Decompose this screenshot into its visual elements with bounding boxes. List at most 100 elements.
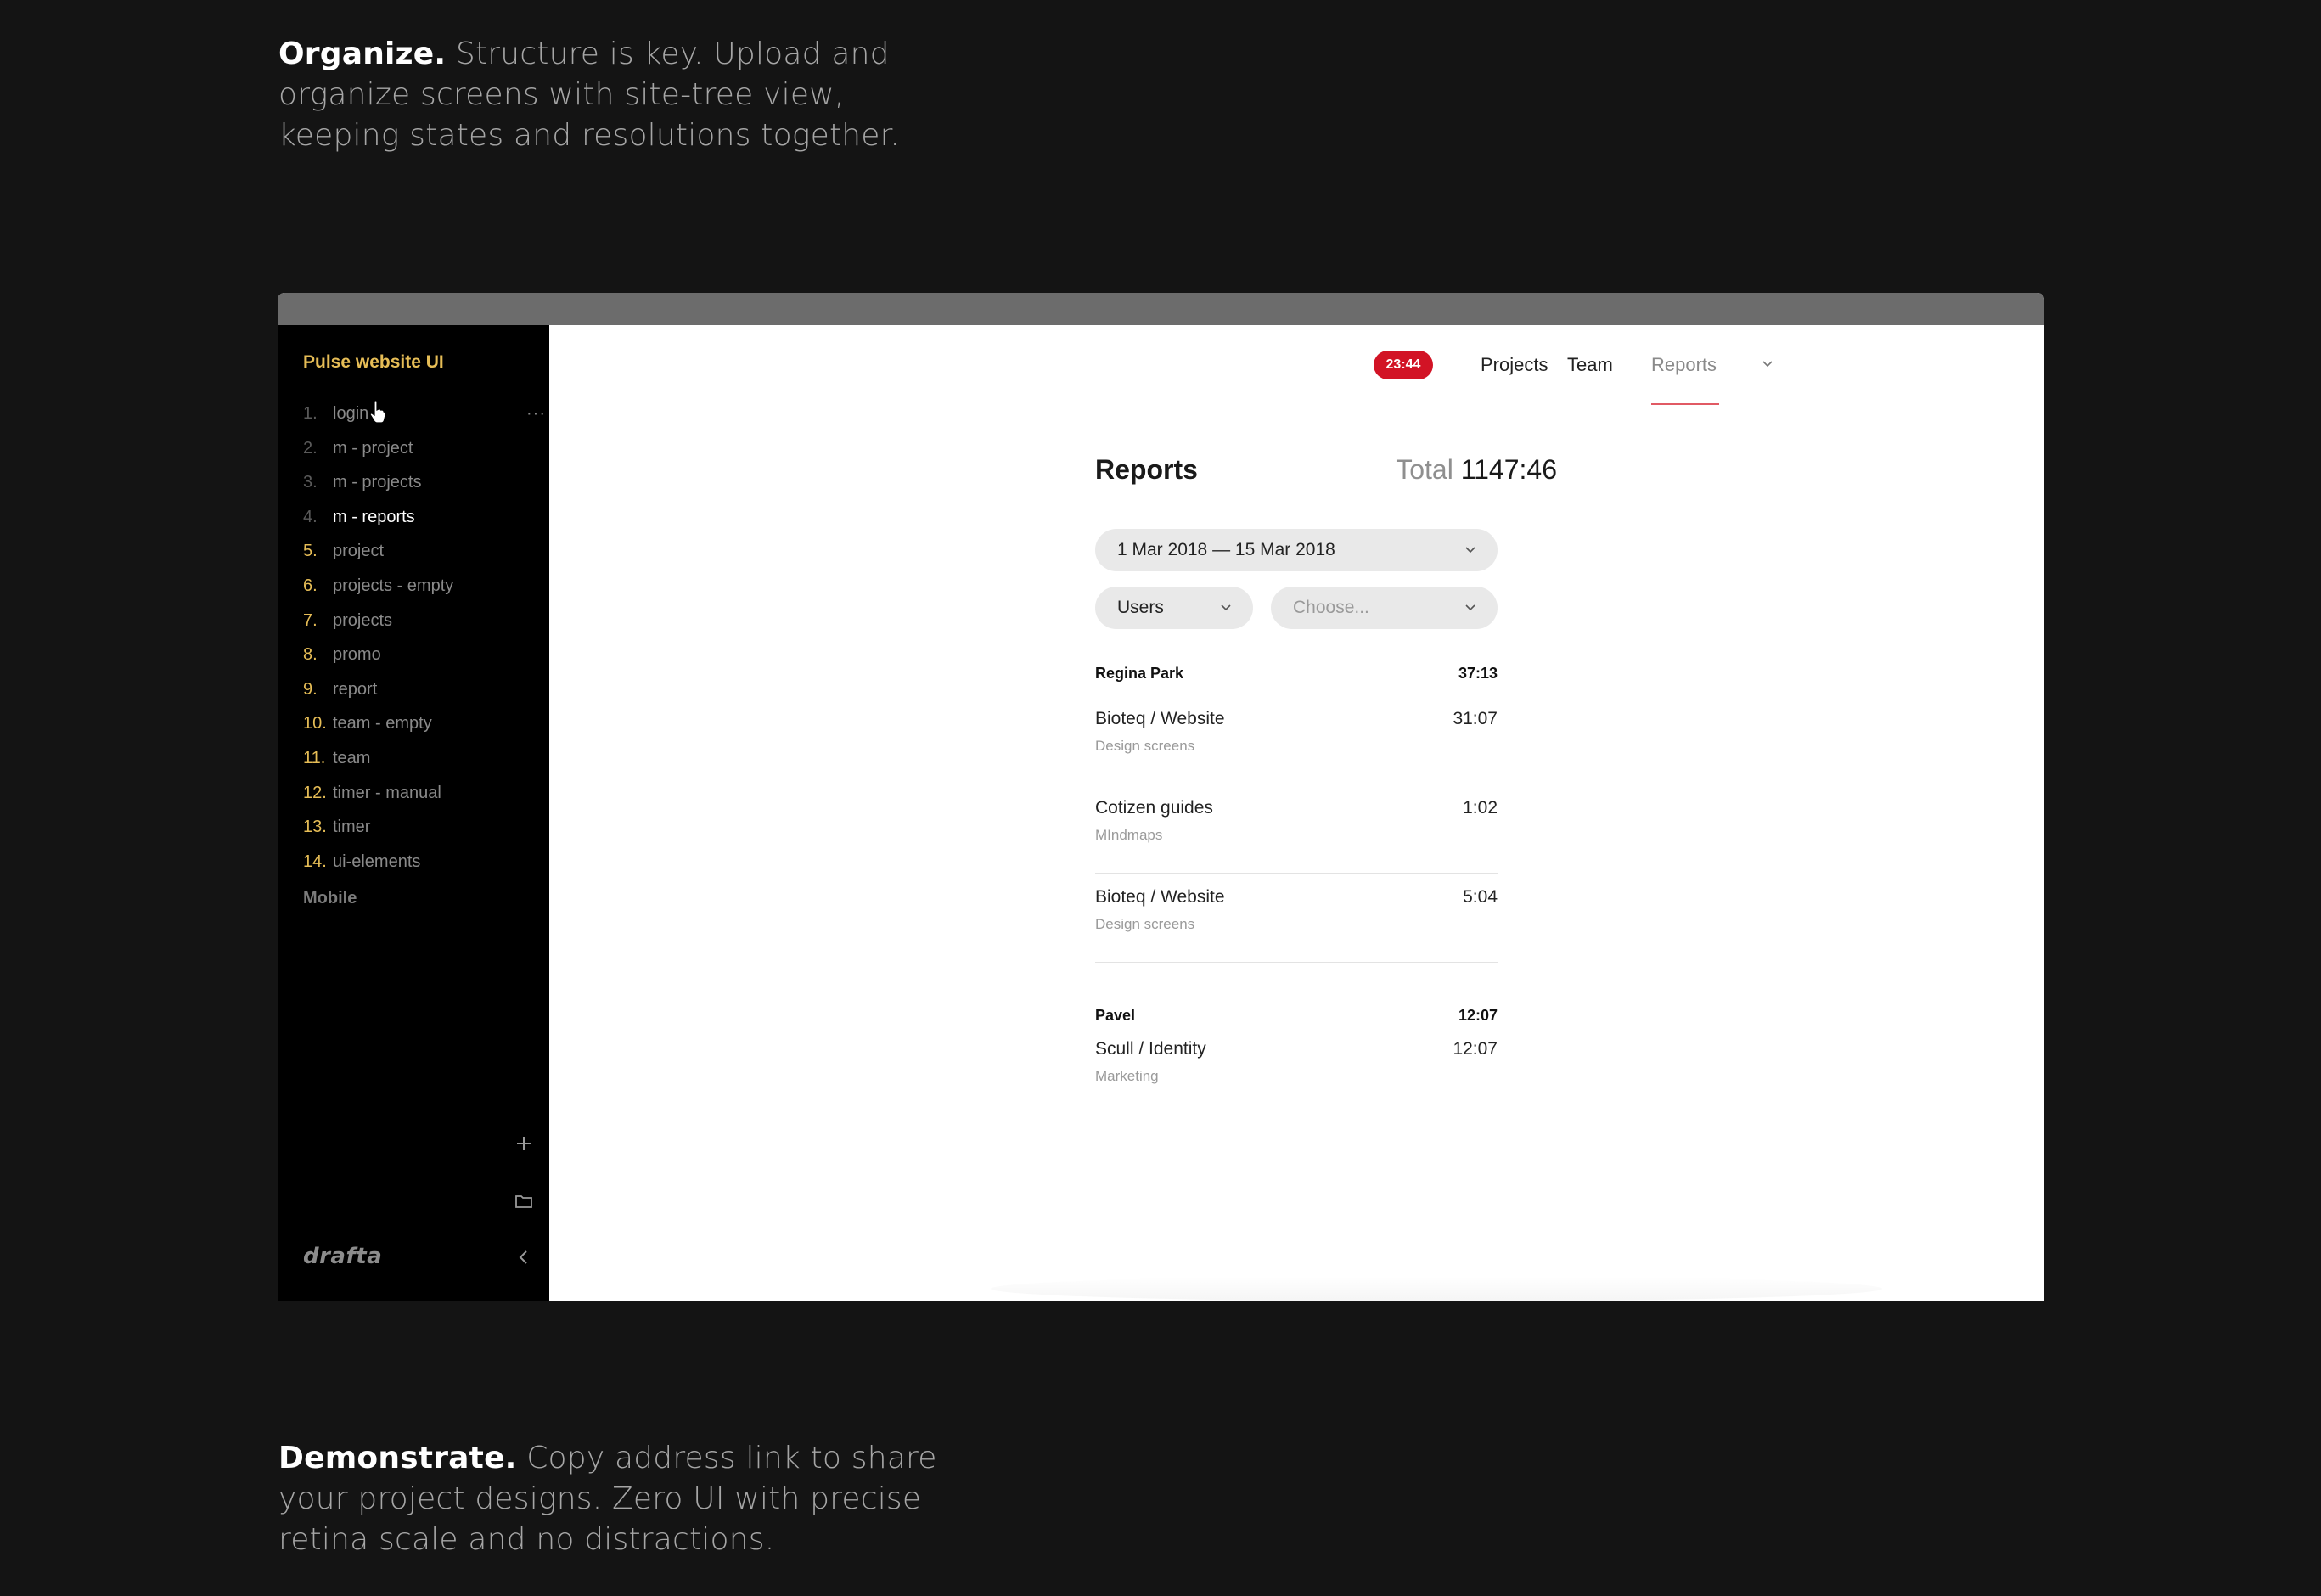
drafta-logo: drafta xyxy=(303,1244,383,1269)
choose-filter-placeholder: Choose... xyxy=(1293,598,1369,617)
screen-item-team[interactable]: 11. team xyxy=(303,741,532,776)
screen-number: 6. xyxy=(303,576,318,595)
screen-number: 1. xyxy=(303,404,318,423)
screen-number: 3. xyxy=(303,473,318,492)
screen-list: 1. login ··· 2. m - project 3. m - projects… xyxy=(303,396,545,879)
users-filter-select[interactable]: Users xyxy=(1095,587,1253,629)
screen-label: timer - manual xyxy=(333,783,441,802)
page-title: Reports xyxy=(1095,454,1198,485)
screen-label: team xyxy=(333,748,371,767)
screen-item-ui-elements[interactable]: 14. ui-elements xyxy=(303,845,532,879)
date-range-value: 1 Mar 2018 — 15 Mar 2018 xyxy=(1117,540,1335,559)
screen-label: promo xyxy=(333,645,381,665)
screen-item-promo[interactable]: 8. promo xyxy=(303,638,532,672)
promo-organize: Organize. Structure is key. Upload and o… xyxy=(278,34,924,156)
entry-project: Scull / Identity xyxy=(1095,1039,1206,1059)
tab-projects[interactable]: Projects xyxy=(1481,351,1548,379)
screen-label: timer xyxy=(333,818,371,837)
screen-number: 8. xyxy=(303,645,318,665)
screen-number: 2. xyxy=(303,438,318,458)
screen-label: m - projects xyxy=(333,473,422,492)
screen-number: 5. xyxy=(303,542,318,561)
entry-task: Design screens xyxy=(1095,916,1195,932)
screen-label: m - reports xyxy=(333,507,415,526)
entry-time: 31:07 xyxy=(1453,709,1498,728)
window-title-bar xyxy=(278,293,2044,325)
project-title[interactable]: Pulse website UI xyxy=(303,352,444,373)
entry-project: Bioteq / Website xyxy=(1095,709,1225,728)
chevron-down-icon[interactable] xyxy=(1761,357,1774,371)
entry-time: 1:02 xyxy=(1463,798,1498,818)
screen-label: projects - empty xyxy=(333,576,454,595)
entry-task: Marketing xyxy=(1095,1068,1159,1084)
entry-task: MIndmaps xyxy=(1095,827,1163,843)
user-name: Regina Park xyxy=(1095,665,1184,682)
page: Organize. Structure is key. Upload and o… xyxy=(0,0,2321,1596)
entry-project: Bioteq / Website xyxy=(1095,887,1225,907)
tab-reports[interactable]: Reports xyxy=(1651,351,1717,379)
hand-cursor-icon xyxy=(369,400,386,424)
screen-number: 13. xyxy=(303,818,327,837)
screen-item-project[interactable]: 5. project xyxy=(303,534,532,569)
report-entry[interactable]: Bioteq / Website Design screens 5:04 xyxy=(1095,874,1498,963)
report-entry[interactable]: Cotizen guides MIndmaps 1:02 xyxy=(1095,784,1498,874)
entry-task: Design screens xyxy=(1095,738,1195,754)
screen-label: ui-elements xyxy=(333,851,421,871)
screen-item-login[interactable]: 1. login ··· xyxy=(303,396,545,431)
chevron-down-icon xyxy=(1465,547,1475,554)
group-mobile[interactable]: Mobile xyxy=(303,889,357,908)
screen-item-timer[interactable]: 13. timer xyxy=(303,810,532,845)
report-list: Regina Park 37:13 Bioteq / Website Desig… xyxy=(1095,665,1498,1115)
chevron-down-icon xyxy=(1221,604,1231,611)
screen-label: team - empty xyxy=(333,714,432,733)
chevron-left-icon[interactable] xyxy=(512,1245,536,1269)
top-nav: 23:44 Projects Team Reports xyxy=(1345,325,1803,407)
timer-badge[interactable]: 23:44 xyxy=(1374,351,1433,379)
user-total-time: 12:07 xyxy=(1458,1007,1498,1024)
tab-team[interactable]: Team xyxy=(1567,351,1613,379)
screen-item-report[interactable]: 9. report xyxy=(303,672,532,707)
more-options-icon[interactable]: ··· xyxy=(526,396,546,430)
screen-item-m-projects[interactable]: 3. m - projects xyxy=(303,465,532,500)
users-filter-value: Users xyxy=(1117,598,1164,617)
total-summary: Total 1147:46 xyxy=(1396,454,1557,486)
screen-number: 9. xyxy=(303,679,318,699)
screen-item-team-empty[interactable]: 10. team - empty xyxy=(303,706,532,741)
screen-label: projects xyxy=(333,610,393,630)
user-name: Pavel xyxy=(1095,1007,1136,1024)
user-group-header: Regina Park 37:13 xyxy=(1095,665,1498,695)
chevron-down-icon xyxy=(1465,604,1475,611)
screen-label: report xyxy=(333,679,378,699)
screen-item-projects[interactable]: 7. projects xyxy=(303,604,532,638)
screen-item-timer-manual[interactable]: 12. timer - manual xyxy=(303,776,532,811)
promo-demonstrate-heading: Demonstrate. xyxy=(278,1441,517,1475)
screen-number: 7. xyxy=(303,610,318,630)
screen-item-m-project[interactable]: 2. m - project xyxy=(303,431,532,466)
sidebar: Pulse website UI 1. login ··· 2. m - proje… xyxy=(278,325,549,1301)
screen-number: 10. xyxy=(303,714,327,733)
screen-item-projects-empty[interactable]: 6. projects - empty xyxy=(303,569,532,604)
app-window: Pulse website UI 1. login ··· 2. m - proje… xyxy=(278,293,2044,1301)
entry-project: Cotizen guides xyxy=(1095,798,1213,818)
screen-item-m-reports[interactable]: 4. m - reports xyxy=(303,500,532,535)
folder-icon[interactable] xyxy=(512,1189,536,1213)
promo-organize-heading: Organize. xyxy=(278,37,447,71)
screen-number: 4. xyxy=(303,507,318,526)
screen-label: m - project xyxy=(333,438,413,458)
total-label: Total xyxy=(1396,454,1453,485)
preview-shadow xyxy=(991,1276,1882,1301)
entry-time: 12:07 xyxy=(1453,1039,1498,1059)
screen-number: 12. xyxy=(303,783,327,802)
screen-label: project xyxy=(333,542,385,561)
promo-demonstrate: Demonstrate. Copy address link to share … xyxy=(278,1438,941,1560)
active-tab-indicator xyxy=(1651,403,1719,405)
total-value: 1147:46 xyxy=(1460,454,1557,485)
date-range-select[interactable]: 1 Mar 2018 — 15 Mar 2018 xyxy=(1095,529,1498,571)
user-total-time: 37:13 xyxy=(1458,665,1498,682)
report-entry[interactable]: Bioteq / Website Design screens 31:07 xyxy=(1095,695,1498,784)
choose-filter-select[interactable]: Choose... xyxy=(1271,587,1498,629)
add-icon[interactable] xyxy=(512,1132,536,1155)
screen-number: 14. xyxy=(303,851,327,871)
screen-number: 11. xyxy=(303,748,326,767)
report-entry[interactable]: Scull / Identity Marketing 12:07 xyxy=(1095,1026,1498,1115)
